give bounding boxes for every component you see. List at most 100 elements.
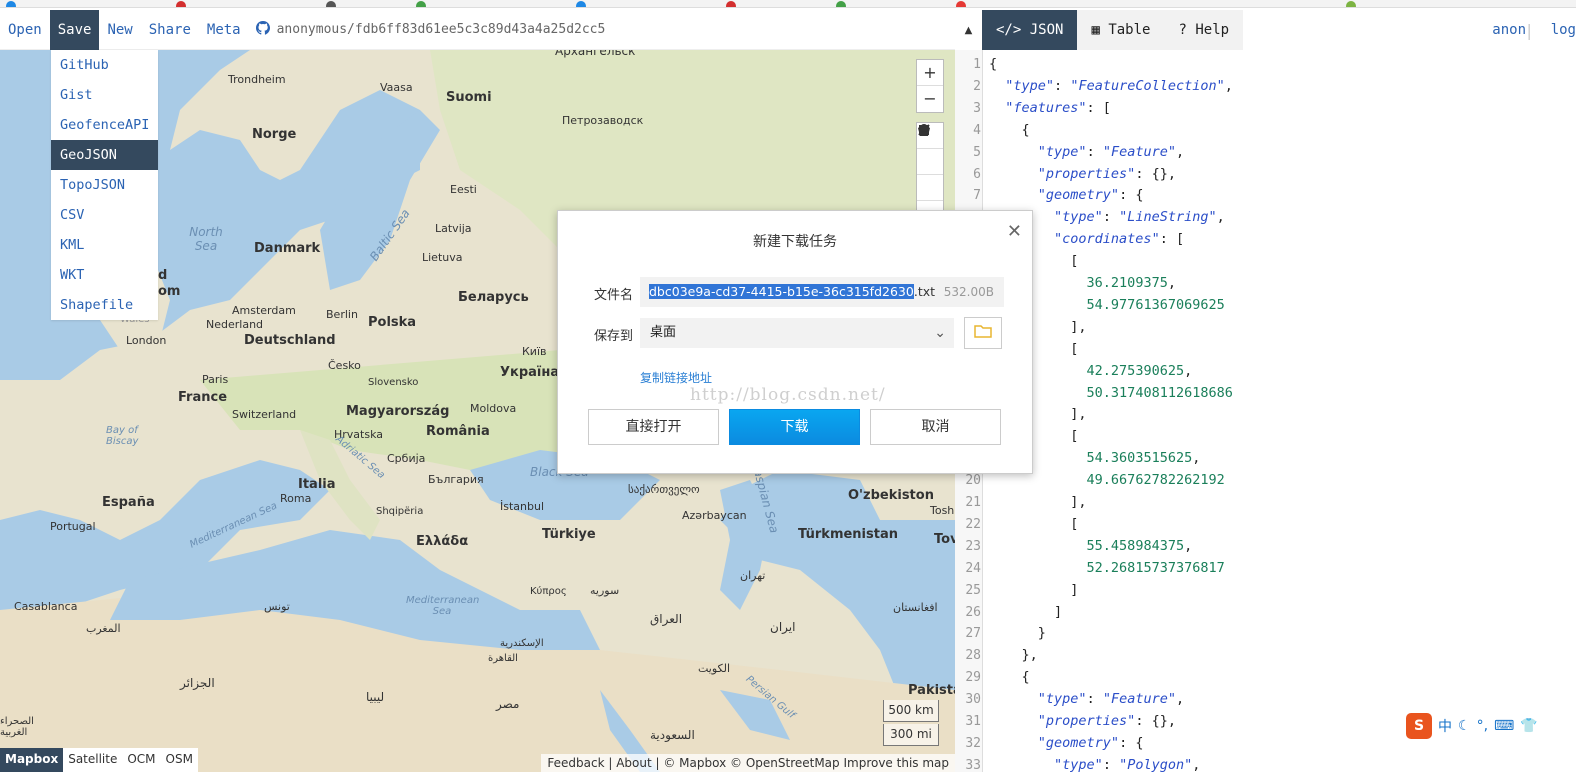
map-label: الجزائر bbox=[180, 676, 215, 690]
user-link[interactable]: anon bbox=[1492, 22, 1526, 38]
close-icon[interactable]: ✕ bbox=[1007, 221, 1022, 242]
draw-polygon-icon[interactable] bbox=[917, 124, 943, 175]
layer-osm[interactable]: OSM bbox=[161, 748, 198, 772]
layer-satellite[interactable]: Satellite bbox=[63, 748, 122, 772]
save-menu-item[interactable]: KML bbox=[51, 230, 158, 260]
tab-help[interactable]: ? Help bbox=[1164, 10, 1244, 50]
map-label: Switzerland bbox=[232, 408, 297, 421]
map-label: Trondheim bbox=[228, 73, 286, 86]
map-label: Norge bbox=[252, 127, 297, 142]
save-menu-item[interactable]: WKT bbox=[51, 260, 158, 290]
map-label: Pakista bbox=[908, 683, 955, 698]
tab-json[interactable]: </> JSON bbox=[982, 10, 1078, 50]
code-line: 21 ], bbox=[955, 492, 1086, 514]
saveto-select[interactable]: 桌面 ⌄ bbox=[640, 318, 954, 348]
punctuation-icon[interactable]: °, bbox=[1477, 718, 1488, 734]
line-number: 3 bbox=[973, 100, 981, 116]
download-button[interactable]: 下载 bbox=[729, 409, 860, 445]
map-label: Ελλάδα bbox=[416, 534, 469, 549]
open-button[interactable]: Open bbox=[0, 10, 50, 50]
code-line: 26 ] bbox=[955, 602, 1062, 624]
line-number: 7 bbox=[973, 188, 981, 204]
keyboard-icon[interactable]: ⌨ bbox=[1494, 718, 1514, 734]
ime-lang[interactable]: 中 bbox=[1438, 716, 1452, 736]
save-menu-item[interactable]: Gist bbox=[51, 80, 158, 110]
github-icon bbox=[255, 20, 271, 40]
meta-button[interactable]: Meta bbox=[199, 10, 249, 50]
map-label: تهران bbox=[740, 569, 766, 582]
new-button[interactable]: New bbox=[99, 10, 140, 50]
save-menu-item-selected[interactable]: GeoJSON bbox=[51, 140, 158, 170]
open-directly-button[interactable]: 直接打开 bbox=[588, 409, 719, 445]
map-label: Latvija bbox=[435, 222, 472, 235]
map-label: Česko bbox=[328, 359, 361, 372]
zoom-control: + − bbox=[916, 59, 944, 113]
map-label: Eesti bbox=[450, 183, 477, 196]
gist-id[interactable]: anonymous/fdb6ff83d61ee5c3c89d43a4a25d2c… bbox=[277, 22, 606, 37]
folder-icon[interactable] bbox=[964, 317, 1002, 349]
code-text: "properties": {}, bbox=[1037, 713, 1176, 729]
code-text: "geometry": { bbox=[1037, 734, 1144, 751]
zoom-out-button[interactable]: − bbox=[917, 86, 943, 112]
code-line: 29 { bbox=[955, 667, 1030, 689]
map-label: Shqipëria bbox=[376, 506, 424, 517]
filename-field[interactable]: dbc03e9a-cd37-4415-b15e-36c315fd2630.txt… bbox=[640, 277, 1004, 307]
map-toolbar: Open Save New Share Meta anonymous/fdb6f… bbox=[0, 9, 955, 50]
collapse-arrow-icon[interactable]: ▲ bbox=[955, 25, 982, 36]
code-line: 32 "geometry": { bbox=[955, 733, 1143, 755]
moon-icon[interactable]: ☾ bbox=[1458, 718, 1471, 734]
save-button[interactable]: Save bbox=[49, 9, 100, 50]
line-number: 1 bbox=[973, 57, 981, 72]
code-line: 30 "type": "Feature", bbox=[955, 689, 1184, 711]
copy-link[interactable]: 复制链接地址 bbox=[640, 369, 712, 386]
save-menu-item[interactable]: Shapefile bbox=[51, 290, 158, 320]
map-attribution[interactable]: Feedback | About | © Mapbox © OpenStreet… bbox=[541, 754, 955, 772]
code-text: { bbox=[989, 121, 1030, 138]
layer-mapbox[interactable]: Mapbox bbox=[0, 748, 64, 772]
line-number: 33 bbox=[965, 757, 981, 772]
map-label: Србија bbox=[387, 452, 426, 465]
code-line: 22 [ bbox=[955, 514, 1078, 536]
map-label: العراق bbox=[650, 612, 683, 626]
tab-table[interactable]: ▦ Table bbox=[1077, 10, 1165, 50]
login-link[interactable]: log bbox=[1551, 22, 1576, 38]
map-label: ایران bbox=[770, 620, 796, 634]
save-menu-item[interactable]: GitHub bbox=[51, 50, 158, 80]
map-label: ليبيا bbox=[366, 690, 385, 704]
layer-ocm[interactable]: OCM bbox=[122, 748, 160, 772]
line-number: 24 bbox=[965, 560, 981, 576]
map-label: مصر bbox=[496, 697, 520, 711]
sogou-logo-icon[interactable]: S bbox=[1406, 713, 1432, 739]
code-text: [ bbox=[989, 515, 1079, 532]
map-label: O'zbekiston bbox=[848, 488, 934, 503]
map-label: România bbox=[426, 424, 490, 439]
map-label: Portugal bbox=[50, 520, 96, 533]
line-number: 22 bbox=[965, 516, 981, 532]
map-label: افغانستان bbox=[893, 601, 938, 614]
filename-extension: .txt bbox=[913, 284, 936, 299]
save-menu-item[interactable]: GeofenceAPI bbox=[51, 110, 158, 140]
line-number: 23 bbox=[965, 538, 981, 554]
line-number: 29 bbox=[965, 670, 981, 686]
map-label: France bbox=[178, 390, 228, 405]
map-label: Roma bbox=[280, 492, 312, 505]
code-text: { bbox=[989, 669, 1030, 686]
json-editor[interactable]: 1{2 "type": "FeatureCollection", 3 "featu… bbox=[955, 50, 1576, 772]
cancel-button[interactable]: 取消 bbox=[870, 409, 1001, 445]
map-label: Mediterranean Sea bbox=[406, 595, 480, 617]
shirt-icon[interactable]: 👕 bbox=[1520, 718, 1537, 734]
map-label: Петрозаводск bbox=[562, 114, 644, 127]
chevron-down-icon: ⌄ bbox=[934, 325, 946, 341]
code-text: ] bbox=[989, 581, 1079, 598]
save-menu-item[interactable]: TopoJSON bbox=[51, 170, 158, 200]
code-line: 23 55.458984375, bbox=[955, 536, 1192, 558]
map-label: Magyarország bbox=[346, 404, 450, 419]
save-menu-item[interactable]: CSV bbox=[51, 200, 158, 230]
code-line: 7 "geometry": { bbox=[955, 185, 1143, 207]
zoom-in-button[interactable]: + bbox=[917, 60, 943, 86]
draw-rectangle-icon[interactable] bbox=[917, 125, 943, 201]
ime-toolbar: S 中 ☾ °, ⌨ 👕 bbox=[1406, 712, 1576, 740]
map-label: Berlin bbox=[326, 308, 358, 321]
share-button[interactable]: Share bbox=[141, 10, 199, 50]
line-number: 30 bbox=[965, 692, 981, 708]
